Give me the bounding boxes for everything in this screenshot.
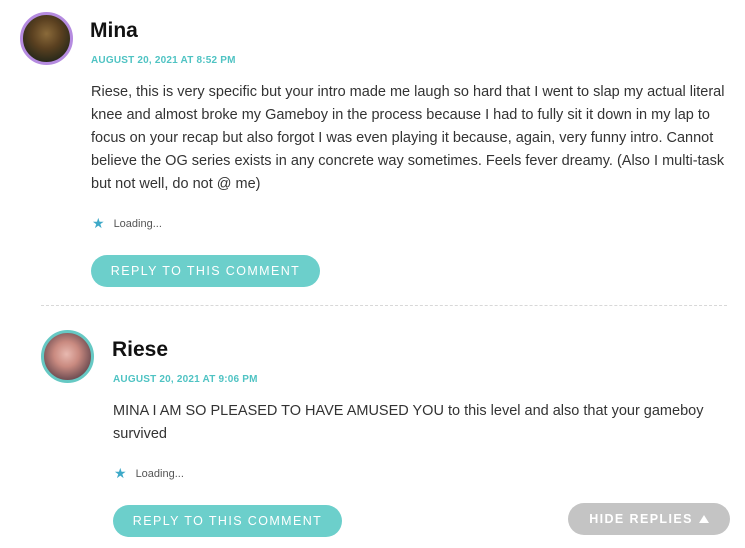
- comment-date[interactable]: AUGUST 20, 2021 AT 9:06 PM: [113, 374, 258, 385]
- like-widget[interactable]: ★ Loading...: [92, 215, 162, 232]
- comment-divider: [41, 305, 727, 306]
- star-icon: ★: [114, 465, 127, 481]
- star-icon: ★: [92, 215, 105, 231]
- reply-button[interactable]: REPLY TO THIS COMMENT: [91, 255, 320, 287]
- like-status: Loading...: [135, 467, 184, 480]
- hide-replies-button[interactable]: HIDE REPLIES: [568, 503, 730, 535]
- comment-author[interactable]: Mina: [90, 19, 138, 43]
- avatar[interactable]: [20, 12, 73, 65]
- comment-author[interactable]: Riese: [112, 338, 168, 362]
- comment-date[interactable]: AUGUST 20, 2021 AT 8:52 PM: [91, 55, 236, 66]
- avatar[interactable]: [41, 330, 94, 383]
- comment-body: Riese, this is very specific but your in…: [91, 84, 725, 192]
- triangle-up-icon: [698, 515, 709, 523]
- like-status: Loading...: [113, 217, 162, 230]
- like-widget[interactable]: ★ Loading...: [114, 465, 184, 482]
- hide-replies-label: HIDE REPLIES: [589, 512, 693, 526]
- reply-button[interactable]: REPLY TO THIS COMMENT: [113, 505, 342, 537]
- comment-body: MINA I AM SO PLEASED TO HAVE AMUSED YOU …: [113, 403, 704, 442]
